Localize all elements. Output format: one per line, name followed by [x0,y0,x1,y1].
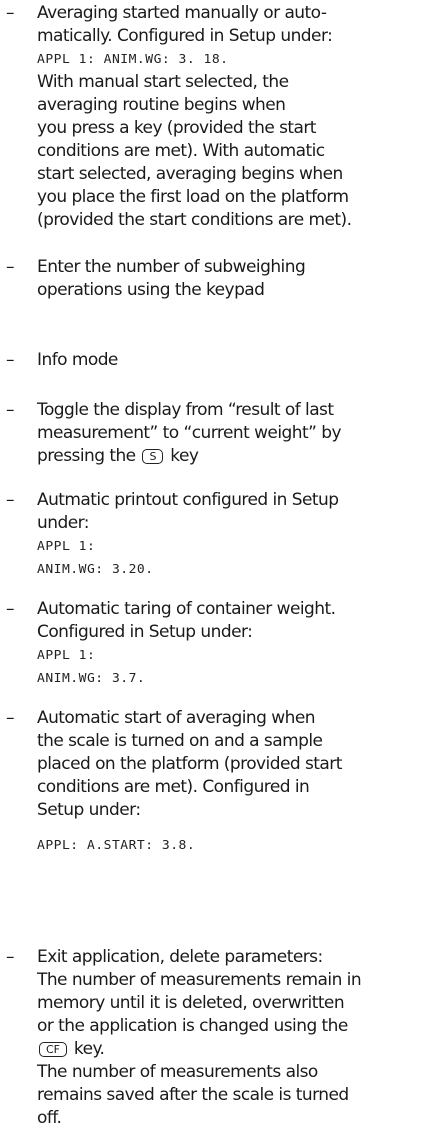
text-line: CF key. [37,1038,429,1061]
setup-code: APPL 1: [37,539,96,554]
item-body: Averaging started manually or auto- mati… [37,2,429,232]
text-line: conditions are met). Configured in [37,777,310,797]
text-line: Enter the number of subweighing [37,257,306,277]
text-line: remains saved after the scale is turned [37,1085,349,1105]
text-line: placed on the platform (provided start [37,754,342,774]
cf-key-icon: CF [39,1042,68,1057]
bullet-dash: – [6,708,15,728]
item-body: Info mode [37,349,429,372]
text-fragment: key [170,446,199,466]
text-line: Configured in Setup under: [37,622,253,642]
text-line: matically. Configured in Setup under: [37,26,333,46]
text-line: measurement” to “current weight” by [37,423,342,443]
text-line: you press a key (provided the start [37,118,316,138]
bullet-dash: – [6,947,15,967]
text-fragment: pressing the [37,446,136,466]
text-line: Exit application, delete parameters: [37,947,323,967]
bullet-dash: – [6,599,15,619]
text-line: Averaging started manually or auto- [37,3,327,23]
text-line: or the application is changed using the [37,1016,348,1036]
item-body: Exit application, delete parameters: The… [37,946,429,1130]
bullet-dash: – [6,257,15,277]
text-line: averaging routine begins when [37,95,286,115]
bullet-dash: – [6,3,15,23]
setup-code: APPL 1: [37,648,96,663]
text-line: operations using the keypad [37,280,265,300]
text-line: With manual start selected, the [37,72,289,92]
toggle-key-icon: S [142,449,164,464]
text-line: (provided the start conditions are met). [37,210,352,230]
setup-code: ANIM.WG: 3.20. [37,562,154,577]
text-line [37,822,429,834]
item-body: Automatic taring of container weight. Co… [37,598,429,690]
text-line: Setup under: [37,800,141,820]
text-line: pressing the S key [37,445,429,468]
text-line: The number of measurements also [37,1062,318,1082]
text-line: Info mode [37,350,118,370]
text-line: Toggle the display from “result of last [37,400,334,420]
item-body: Toggle the display from “result of last … [37,399,429,468]
text-line: under: [37,513,89,533]
bullet-dash: – [6,400,15,420]
setup-code: APPL 1: ANIM.WG: 3. 18. [37,52,229,67]
bullet-dash: – [6,350,15,370]
text-line: Automatic taring of container weight. [37,599,336,619]
text-line: conditions are met). With automatic [37,141,325,161]
item-body: Automatic start of averaging when the sc… [37,707,429,857]
text-line: off. [37,1108,62,1128]
text-line: Autmatic printout configured in Setup [37,490,339,510]
text-line: The number of measurements remain in [37,970,362,990]
text-line: the scale is turned on and a sample [37,731,323,751]
setup-code: APPL: A.START: 3.8. [37,838,196,853]
bullet-dash: – [6,490,15,510]
text-line: memory until it is deleted, overwritten [37,993,345,1013]
text-line: you place the first load on the platform [37,187,349,207]
text-line: Automatic start of averaging when [37,708,316,728]
text-line: start selected, averaging begins when [37,164,343,184]
setup-code: ANIM.WG: 3.7. [37,671,146,686]
text-fragment: key. [73,1039,105,1059]
item-body: Enter the number of subweighing operatio… [37,256,429,302]
item-body: Autmatic printout configured in Setup un… [37,489,429,581]
